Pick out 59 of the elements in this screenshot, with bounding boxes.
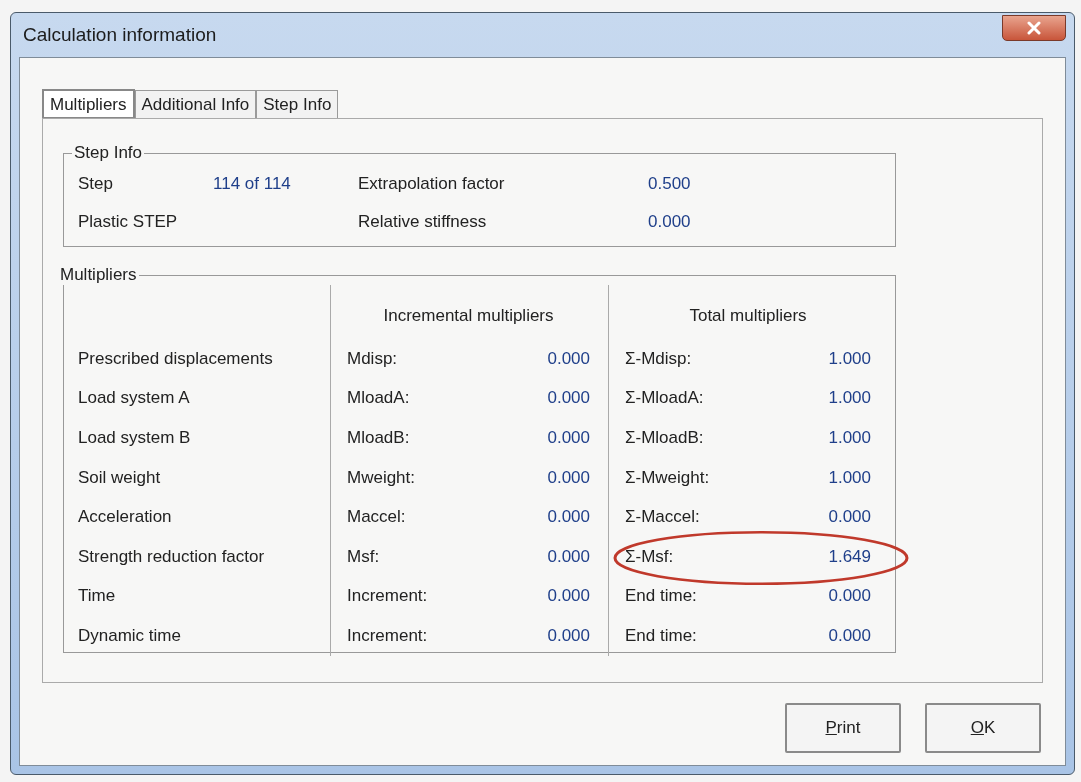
multiplier-name: Maccel: [347,507,406,528]
multiplier-name: Σ-Mweight: [625,467,710,488]
row-label: Dynamic time [78,625,181,646]
window-title: Calculation information [22,24,217,46]
row-label: Prescribed displacements [78,348,273,369]
multiplier-name: Σ-Maccel: [625,507,700,528]
multiplier-value: 0.000 [547,625,590,646]
multiplier-name: End time: [625,625,697,646]
field-value: 0.500 [648,174,691,193]
multiplier-value: 0.000 [547,546,590,567]
multiplier-value: 1.000 [828,388,871,409]
dialog-button[interactable]: Print [785,703,901,753]
dialog-button[interactable]: OK [925,703,1041,753]
field-value: 114 of 114 [213,174,291,193]
multiplier-name: Msf: [347,546,380,567]
multiplier-value: 0.000 [547,507,590,528]
field-value: 0.000 [648,212,691,231]
close-icon [1026,21,1042,35]
multiplier-name: Mdisp: [347,348,398,369]
field-label: Relative stiffness [358,212,488,232]
multiplier-value: 0.000 [547,348,590,369]
tab[interactable]: Additional Info [134,90,257,118]
multiplier-value: 0.000 [828,625,871,646]
row-label: Load system B [78,428,191,448]
multiplier-value: 1.649 [828,546,871,567]
close-button[interactable] [1002,15,1066,41]
multiplier-name: Σ-MloadB: [625,428,704,448]
multiplier-value: 1.000 [828,467,871,488]
multiplier-name: MloadA: [347,388,410,409]
row-label: Soil weight [78,467,161,488]
multiplier-value: 0.000 [828,507,871,528]
multiplier-value: 0.000 [547,428,590,448]
group-title: Step Info [73,143,144,163]
multiplier-name: MloadB: [347,428,410,448]
row-label: Strength reduction factor [78,546,265,567]
multiplier-value: 1.000 [828,348,871,369]
row-label: Load system A [78,388,190,409]
multiplier-value: 0.000 [828,586,871,607]
column-header: Incremental multipliers [383,306,554,326]
field-label: Extrapolation factor [358,174,506,194]
field-label: Step [78,174,114,194]
multiplier-value: 1.000 [828,428,871,448]
multiplier-value: 0.000 [547,467,590,488]
multiplier-name: Σ-Msf: [625,546,674,567]
tab[interactable]: Multipliers [42,89,135,119]
multiplier-value: 0.000 [547,388,590,409]
group-title: Multipliers [59,265,138,285]
multiplier-name: Σ-Mdisp: [625,348,692,369]
row-label: Acceleration [78,507,172,528]
multiplier-name: Increment: [347,625,428,646]
row-label: Time [78,586,116,607]
multiplier-value: 0.000 [547,586,590,607]
field-label: Plastic STEP [78,212,179,232]
tab[interactable]: Step Info [256,90,339,118]
multiplier-name: Σ-MloadA: [625,388,704,409]
column-header: Total multipliers [689,306,807,326]
multiplier-name: Mweight: [347,467,416,488]
multiplier-name: Increment: [347,586,428,607]
multiplier-name: End time: [625,586,697,607]
